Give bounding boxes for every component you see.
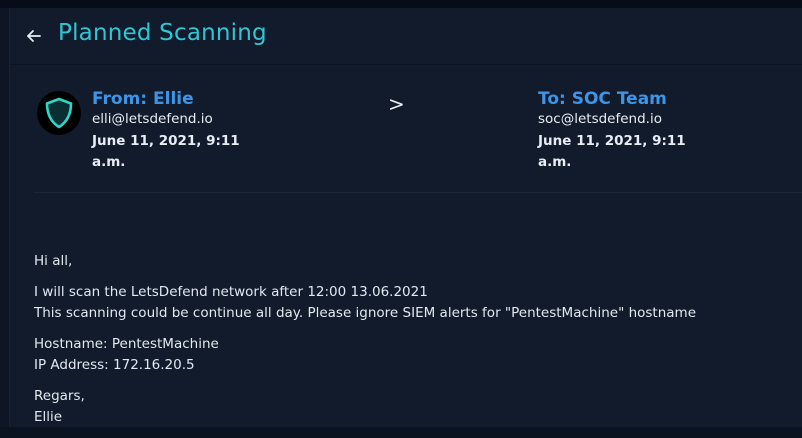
hostname-line: Hostname: PentestMachine <box>34 336 219 352</box>
closing-line: Regars, <box>34 388 85 404</box>
email-header: Planned Scanning <box>10 8 802 65</box>
page-title: Planned Scanning <box>58 20 267 46</box>
sender-date-line2: a.m. <box>92 154 126 170</box>
recipient-date-line2: a.m. <box>538 154 572 170</box>
email-panel: Planned Scanning From: Ellie elli@letsde… <box>10 8 802 427</box>
greeting: Hi all, <box>34 253 73 269</box>
sender-name: From: Ellie <box>92 89 194 109</box>
sender-date: June 11, 2021, 9:11 a.m. <box>92 131 242 173</box>
closing: Regars, Ellie <box>34 386 794 428</box>
divider <box>34 192 802 193</box>
host-details: Hostname: PentestMachine IP Address: 172… <box>34 334 794 376</box>
direction-separator: > <box>388 92 405 116</box>
avatar <box>37 91 81 135</box>
recipient-email: soc@letsdefend.io <box>538 111 662 127</box>
message-line: I will scan the LetsDefend network after… <box>34 284 428 300</box>
sender-email: elli@letsdefend.io <box>92 111 213 127</box>
arrow-left-icon[interactable] <box>24 26 44 46</box>
top-bar <box>0 0 802 8</box>
message-line: This scanning could be continue all day.… <box>34 305 697 321</box>
sender-date-line1: June 11, 2021, 9:11 <box>92 133 240 149</box>
email-body: Hi all, I will scan the LetsDefend netwo… <box>34 251 794 438</box>
recipient-date: June 11, 2021, 9:11 a.m. <box>538 131 688 173</box>
recipient-name: To: SOC Team <box>538 89 667 109</box>
recipient-date-line1: June 11, 2021, 9:11 <box>538 133 686 149</box>
signature: Ellie <box>34 409 63 425</box>
sidebar-edge <box>0 8 10 427</box>
message-paragraph: I will scan the LetsDefend network after… <box>34 282 794 324</box>
ip-line: IP Address: 172.16.20.5 <box>34 357 195 373</box>
